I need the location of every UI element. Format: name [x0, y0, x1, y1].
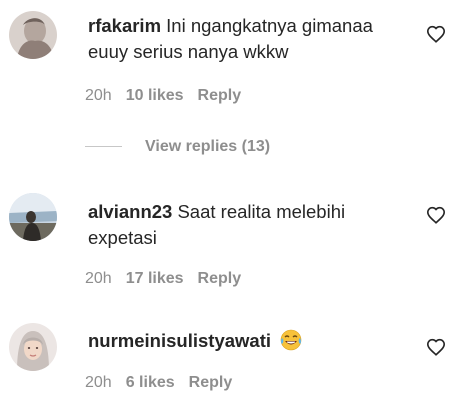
reply-button[interactable]: Reply [198, 85, 242, 107]
comment-likes[interactable]: 17 likes [126, 268, 184, 290]
heart-icon[interactable] [426, 338, 446, 356]
comment-meta: 20h 10 likes Reply [85, 85, 241, 107]
comment-body: rfakarim Ini ngangkatnya gimanaa euuy se… [88, 13, 418, 65]
comment-time: 20h [85, 270, 112, 287]
heart-icon[interactable] [426, 25, 446, 43]
comment-username[interactable]: alviann23 [88, 201, 172, 222]
avatar-nurmeinisulistyawati[interactable] [9, 323, 57, 371]
view-replies-button[interactable]: View replies (13) [85, 136, 270, 158]
comment-likes[interactable]: 6 likes [126, 372, 175, 394]
comment-username[interactable]: rfakarim [88, 15, 161, 36]
comment-time: 20h [85, 87, 112, 104]
reply-button[interactable]: Reply [198, 268, 242, 290]
comment-time: 20h [85, 374, 112, 391]
avatar-alviann23[interactable] [9, 193, 57, 241]
reply-button[interactable]: Reply [189, 372, 233, 394]
face-with-tears-of-joy-icon [280, 329, 302, 358]
comment-meta: 20h 6 likes Reply [85, 372, 232, 394]
avatar-rfakarim[interactable] [9, 11, 57, 59]
replies-divider-line [85, 146, 122, 148]
comment-likes[interactable]: 10 likes [126, 85, 184, 107]
view-replies-label: View replies (13) [145, 138, 271, 155]
comment-body: alviann23 Saat realita melebihi expetasi [88, 199, 418, 251]
comment-meta: 20h 17 likes Reply [85, 268, 241, 290]
heart-icon[interactable] [426, 206, 446, 224]
comment-body: nurmeinisulistyawati [88, 328, 418, 358]
comment-username[interactable]: nurmeinisulistyawati [88, 330, 271, 351]
